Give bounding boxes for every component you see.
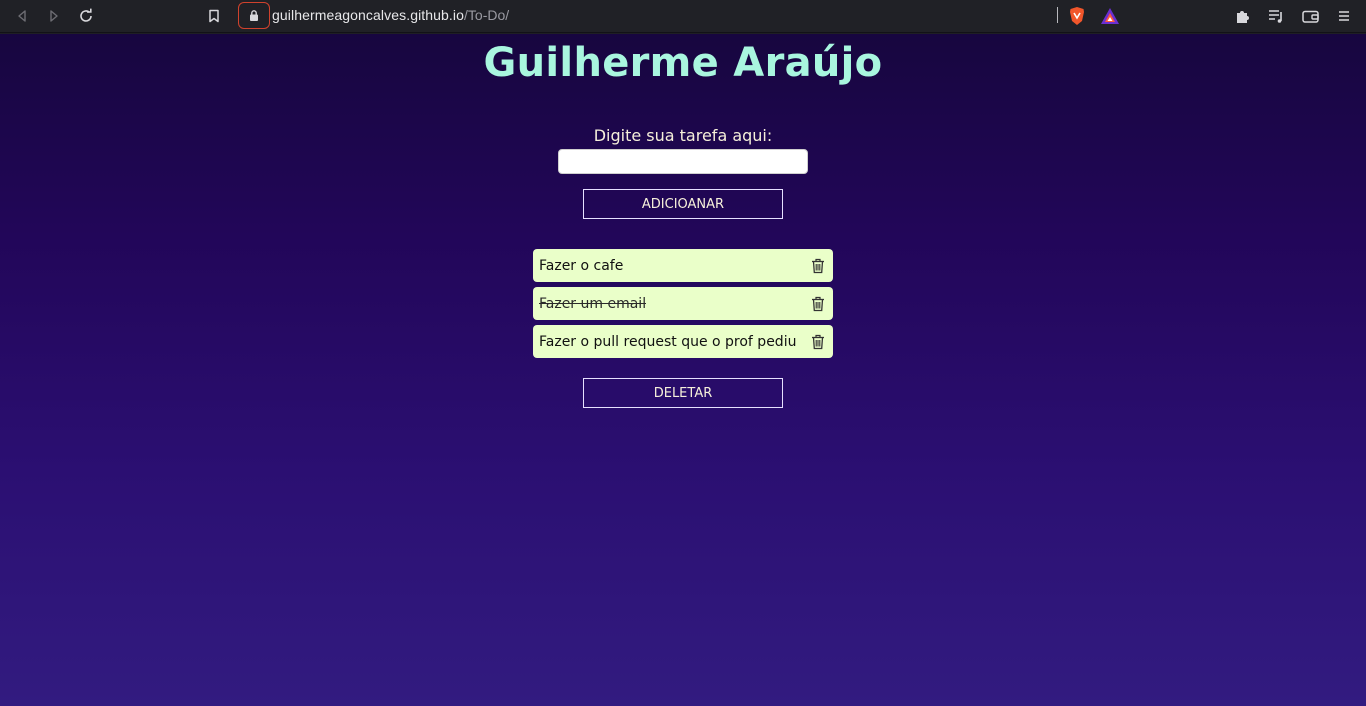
- trash-icon[interactable]: [809, 257, 827, 275]
- wallet-icon[interactable]: [1298, 4, 1322, 28]
- trash-icon[interactable]: [809, 333, 827, 351]
- toolbar-divider: [1057, 7, 1058, 23]
- menu-icon[interactable]: [1332, 4, 1356, 28]
- browser-toolbar: guilhermeagoncalves.github.io/To-Do/: [0, 0, 1366, 33]
- task-text: Fazer um email: [539, 295, 647, 312]
- forward-icon[interactable]: [42, 4, 66, 28]
- reload-icon[interactable]: [74, 4, 98, 28]
- task-input[interactable]: [558, 149, 808, 174]
- playlist-icon[interactable]: [1264, 4, 1288, 28]
- brave-rewards-icon[interactable]: [1098, 4, 1122, 28]
- back-icon[interactable]: [10, 4, 34, 28]
- lock-icon[interactable]: [238, 1, 270, 29]
- brave-shields-icon[interactable]: [1065, 4, 1089, 28]
- task-input-label: Digite sua tarefa aqui:: [593, 126, 773, 145]
- address-bar[interactable]: guilhermeagoncalves.github.io/To-Do/: [238, 1, 509, 29]
- task-text: Fazer o pull request que o prof pediu: [539, 333, 797, 350]
- task-list: Fazer o cafe Fazer um email Fazer o pull…: [533, 249, 833, 363]
- task-item[interactable]: Fazer o pull request que o prof pediu: [533, 325, 833, 358]
- task-item[interactable]: Fazer um email: [533, 287, 833, 320]
- task-text: Fazer o cafe: [539, 257, 624, 274]
- page-content: Guilherme Araújo Digite sua tarefa aqui:…: [0, 34, 1366, 706]
- delete-button[interactable]: DELETAR: [583, 378, 783, 408]
- url-host: guilhermeagoncalves.github.io: [272, 7, 465, 23]
- bookmark-icon[interactable]: [202, 4, 226, 28]
- url-path: /To-Do/: [464, 7, 510, 23]
- task-item[interactable]: Fazer o cafe: [533, 249, 833, 282]
- extensions-icon[interactable]: [1231, 4, 1255, 28]
- add-task-button[interactable]: ADICIOANAR: [583, 189, 783, 219]
- trash-icon[interactable]: [809, 295, 827, 313]
- page-title: Guilherme Araújo: [483, 40, 883, 86]
